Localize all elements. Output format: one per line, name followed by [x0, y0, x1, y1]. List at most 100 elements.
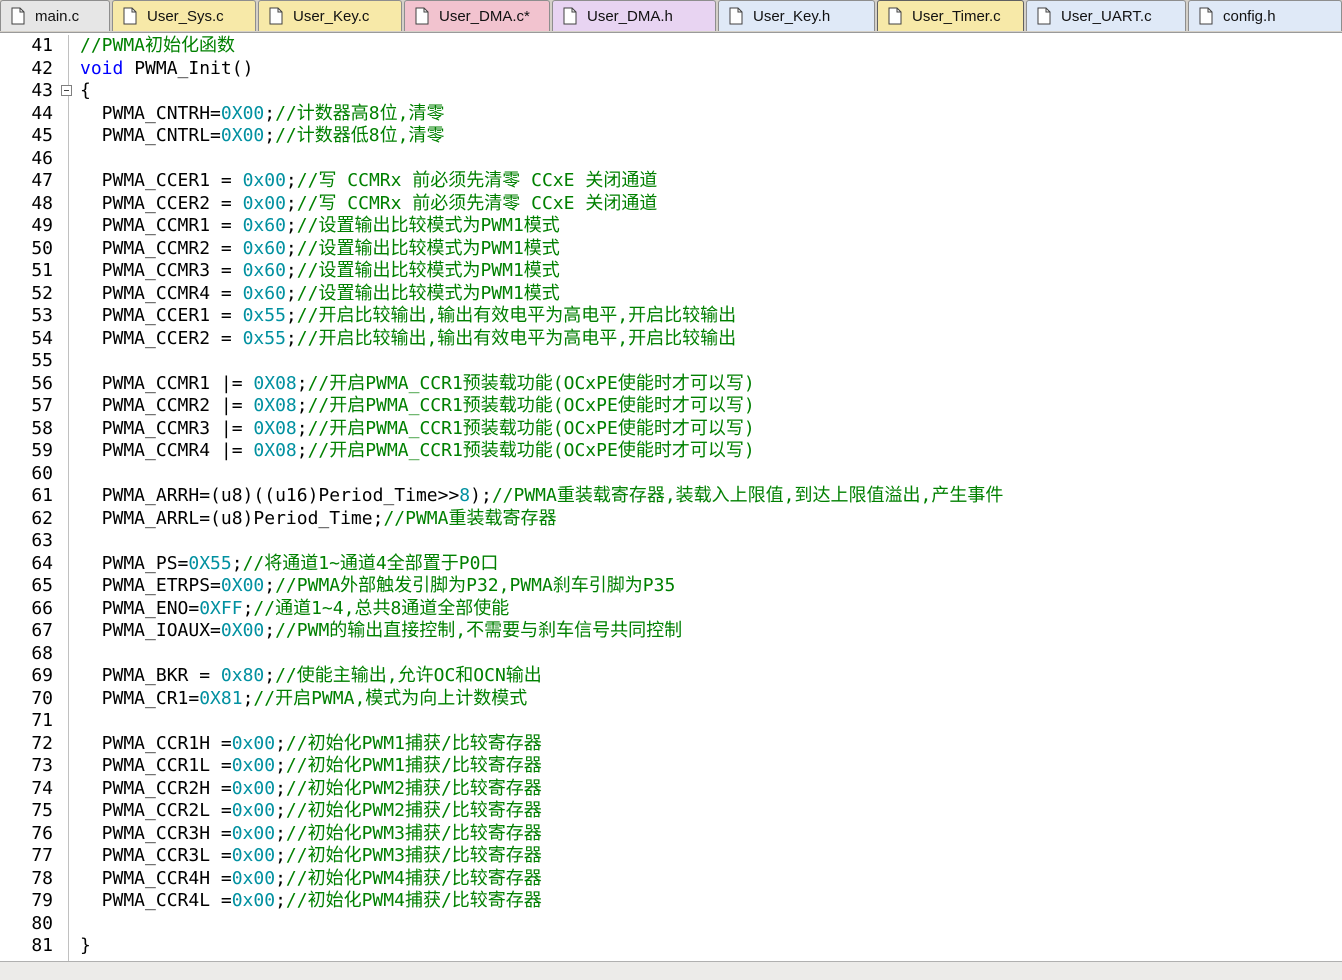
file-icon [563, 7, 577, 25]
code-line[interactable]: 72 PWMA_CCR1H =0x00;//初始化PWM1捕获/比较寄存器 [0, 733, 1342, 756]
code-line[interactable]: 67 PWMA_IOAUX=0X00;//PWM的输出直接控制,不需要与刹车信号… [0, 620, 1342, 643]
file-icon [1037, 7, 1051, 25]
code-line[interactable]: 47 PWMA_CCER1 = 0x00;//写 CCMRx 前必须先清零 CC… [0, 170, 1342, 193]
tab-user-sys-c[interactable]: User_Sys.c [112, 0, 256, 31]
line-number: 75 [31, 800, 53, 821]
line-number: 72 [31, 732, 53, 754]
code-token: ; [264, 575, 276, 596]
code-line[interactable]: 71 [0, 710, 1342, 733]
code-line[interactable]: 54 PWMA_CCER2 = 0x55;//开启比较输出,输出有效电平为高电平… [0, 328, 1342, 351]
code-line[interactable]: 42 void PWMA_Init() [0, 58, 1342, 81]
code-line[interactable]: 75 PWMA_CCR2L =0x00;//初始化PWM2捕获/比较寄存器 [0, 800, 1342, 823]
code-line[interactable]: 63 [0, 530, 1342, 553]
comment-token: //计数器高8位,清零 [275, 102, 445, 124]
number-token: 0x55 [242, 305, 286, 326]
comment-token: //设置输出比较模式为PWM1模式 [296, 215, 560, 236]
number-token: 0x60 [242, 282, 286, 304]
number-token: 0x80 [220, 665, 265, 686]
line-number: 41 [31, 35, 53, 56]
code-line[interactable]: 52 PWMA_CCMR4 = 0x60;//设置输出比较模式为PWM1模式 [0, 283, 1342, 306]
tab-config-h[interactable]: config.h [1188, 0, 1342, 31]
code-line[interactable]: 66 PWMA_ENO=0XFF;//通道1~4,总共8通道全部使能 [0, 598, 1342, 621]
code-token: ; [296, 395, 308, 416]
comment-token: //初始化PWM3捕获/比较寄存器 [285, 845, 542, 866]
code-line[interactable]: 68 [0, 643, 1342, 666]
code-token: PWMA_Init() [123, 57, 254, 79]
code-line[interactable]: 80 [0, 913, 1342, 936]
comment-token: //开启PWMA_CCR1预装载功能(OCxPE使能时才可以写) [307, 395, 755, 416]
code-line[interactable]: 61 PWMA_ARRH=(u8)((u16)Period_Time>>8);/… [0, 485, 1342, 508]
code-token: ; [275, 845, 286, 866]
tab-user-timer-c[interactable]: User_Timer.c [877, 0, 1024, 31]
code-line[interactable]: 53 PWMA_CCER1 = 0x55;//开启比较输出,输出有效电平为高电平… [0, 305, 1342, 328]
code-line[interactable]: 65 PWMA_ETRPS=0X00;//PWMA外部触发引脚为P32,PWMA… [0, 575, 1342, 598]
code-line[interactable]: 57 PWMA_CCMR2 |= 0X08;//开启PWMA_CCR1预装载功能… [0, 395, 1342, 418]
code-line[interactable]: 60 [0, 463, 1342, 486]
tab-user-dma-h[interactable]: User_DMA.h [552, 0, 716, 31]
code-line[interactable]: 44 PWMA_CNTRH=0X00;//计数器高8位,清零 [0, 103, 1342, 126]
code-line[interactable]: 41 //PWMA初始化函数 [0, 35, 1342, 58]
code-token: ; [285, 327, 297, 349]
code-line[interactable]: 79 PWMA_CCR4L =0x00;//初始化PWM4捕获/比较寄存器 [0, 890, 1342, 913]
code-text: void PWMA_Init() [80, 58, 253, 81]
number-token: 0x00 [231, 845, 276, 866]
tab-user-uart-c[interactable]: User_UART.c [1026, 0, 1186, 31]
tab-main-c[interactable]: main.c [0, 0, 110, 31]
code-text: PWMA_CCMR4 |= 0X08;//开启PWMA_CCR1预装载功能(OC… [80, 440, 755, 463]
code-line[interactable]: 59 PWMA_CCMR4 |= 0X08;//开启PWMA_CCR1预装载功能… [0, 440, 1342, 463]
line-number: 42 [31, 57, 53, 79]
comment-token: //写 CCMRx 前必须先清零 CCxE 关闭通道 [296, 192, 658, 214]
comment-token: //开启PWMA_CCR1预装载功能(OCxPE使能时才可以写) [307, 440, 755, 461]
file-icon [1199, 7, 1213, 25]
code-line[interactable]: 58 PWMA_CCMR3 |= 0X08;//开启PWMA_CCR1预装载功能… [0, 418, 1342, 441]
line-number: 73 [31, 755, 53, 776]
code-line[interactable]: 55 [0, 350, 1342, 373]
comment-token: //PWMA初始化函数 [80, 35, 236, 56]
code-text: PWMA_CCR3L =0x00;//初始化PWM3捕获/比较寄存器 [80, 845, 542, 868]
comment-token: //设置输出比较模式为PWM1模式 [296, 237, 560, 259]
fold-collapse-icon[interactable] [61, 85, 72, 96]
code-text: PWMA_CR1=0X81;//开启PWMA,模式为向上计数模式 [80, 687, 528, 711]
code-text: PWMA_ETRPS=0X00;//PWMA外部触发引脚为P32,PWMA刹车引… [80, 575, 676, 598]
line-number: 43 [31, 80, 53, 101]
number-token: 0x00 [231, 867, 276, 889]
code-token: PWMA_CCR2L = [80, 800, 232, 821]
code-line[interactable]: 73 PWMA_CCR1L =0x00;//初始化PWM1捕获/比较寄存器 [0, 755, 1342, 778]
code-line[interactable]: 70 PWMA_CR1=0X81;//开启PWMA,模式为向上计数模式 [0, 688, 1342, 711]
code-line[interactable]: 51 PWMA_CCMR3 = 0x60;//设置输出比较模式为PWM1模式 [0, 260, 1342, 283]
code-line[interactable]: 56 PWMA_CCMR1 |= 0X08;//开启PWMA_CCR1预装载功能… [0, 373, 1342, 396]
tab-label: User_DMA.c* [439, 7, 530, 25]
tab-user-key-h[interactable]: User_Key.h [718, 0, 875, 31]
code-line[interactable]: 62 PWMA_ARRL=(u8)Period_Time;//PWMA重装载寄存… [0, 508, 1342, 531]
code-editor[interactable]: 41 //PWMA初始化函数 42 void PWMA_Init() 43 {44 PWM… [0, 35, 1342, 961]
code-line[interactable]: 43 { [0, 80, 1342, 103]
number-token: 0x00 [231, 800, 276, 821]
code-line[interactable]: 74 PWMA_CCR2H =0x00;//初始化PWM2捕获/比较寄存器 [0, 778, 1342, 801]
code-line[interactable]: 69 PWMA_BKR = 0x80;//使能主输出,允许OC和OCN输出 [0, 665, 1342, 688]
tab-user-dma-c[interactable]: User_DMA.c* [404, 0, 550, 31]
code-token: PWMA_CCR3H = [80, 822, 232, 844]
code-token: ; [285, 282, 297, 304]
code-text: PWMA_CCR1H =0x00;//初始化PWM1捕获/比较寄存器 [80, 733, 542, 756]
file-icon [415, 7, 429, 25]
code-line[interactable]: 45 PWMA_CNTRL=0X00;//计数器低8位,清零 [0, 125, 1342, 148]
comment-token: //计数器低8位,清零 [275, 125, 445, 146]
code-line[interactable]: 50 PWMA_CCMR2 = 0x60;//设置输出比较模式为PWM1模式 [0, 238, 1342, 261]
code-line[interactable]: 48 PWMA_CCER2 = 0x00;//写 CCMRx 前必须先清零 CC… [0, 193, 1342, 216]
code-line[interactable]: 78 PWMA_CCR4H =0x00;//初始化PWM4捕获/比较寄存器 [0, 868, 1342, 891]
editor-bottom-scroll-area[interactable] [0, 961, 1342, 980]
code-token: PWMA_ARRH=(u8)((u16)Period_Time>> [80, 485, 460, 506]
code-line[interactable]: 81} [0, 935, 1342, 958]
tab-user-key-c[interactable]: User_Key.c [258, 0, 402, 31]
code-token: ; [264, 665, 276, 686]
comment-token: //初始化PWM2捕获/比较寄存器 [285, 800, 542, 821]
code-line[interactable]: 46 [0, 148, 1342, 171]
code-token: PWMA_CNTRL= [80, 125, 221, 146]
code-line[interactable]: 49 PWMA_CCMR1 = 0x60;//设置输出比较模式为PWM1模式 [0, 215, 1342, 238]
code-line[interactable]: 64 PWMA_PS=0X55;//将通道1~通道4全部置于P0口 [0, 553, 1342, 576]
comment-token: //开启PWMA,模式为向上计数模式 [253, 687, 528, 709]
code-line[interactable]: 77 PWMA_CCR3L =0x00;//初始化PWM3捕获/比较寄存器 [0, 845, 1342, 868]
code-text: PWMA_CNTRH=0X00;//计数器高8位,清零 [80, 102, 445, 126]
line-number: 52 [31, 282, 53, 304]
code-line[interactable]: 76 PWMA_CCR3H =0x00;//初始化PWM3捕获/比较寄存器 [0, 823, 1342, 846]
